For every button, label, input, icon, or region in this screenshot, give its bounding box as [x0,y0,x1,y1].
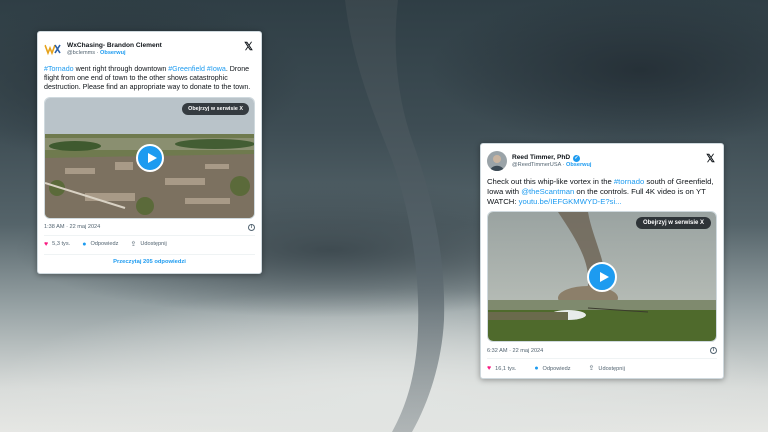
info-icon[interactable]: i [248,223,255,231]
reply-label: Odpowiedz [90,241,119,248]
tweet-link[interactable]: #Tornado [44,65,74,73]
tweet-link[interactable]: #Iowa [207,65,226,73]
tweet-video[interactable]: Obejrzyj w serwisie X [487,211,717,342]
wxchasing-logo-icon [44,40,62,58]
like-button[interactable]: ♥ 5,3 tys. [44,241,70,248]
tweet-timestamp[interactable]: 1:38 AM · 22 maj 2024 [44,224,100,230]
avatar[interactable] [44,40,62,58]
tweet-text-segment: went right through downtown [73,65,169,73]
tweet-text-segment: Check out this whip-like vortex in the [487,177,614,186]
tweet-actions: ♥ 5,3 tys. ● Odpowiedz ⇪ Udostępnij [44,241,255,248]
share-button[interactable]: ⇪ Udostępnij [589,365,625,372]
embedded-tweet-reed-timmer[interactable]: Reed Timmer, PhD ✓ @ReedTimmerUSA · Obse… [480,143,724,379]
x-logo-icon[interactable]: 𝕏 [244,40,253,53]
read-replies-link[interactable]: Przeczytaj 205 odpowiedzi [44,253,255,265]
share-label: Udostępnij [598,365,625,372]
share-icon: ⇪ [588,365,595,372]
heart-icon: ♥ [44,240,49,248]
share-label: Udostępnij [140,241,167,248]
embedded-tweet-brandon-clement[interactable]: WxChasing- Brandon Clement @bclemms · Ob… [37,31,262,274]
tweet-header: Reed Timmer, PhD ✓ @ReedTimmerUSA · Obse… [487,150,717,172]
tweet-link[interactable]: youtu.be/IEFGKMWYD-E?si... [519,197,622,206]
play-icon[interactable] [135,143,164,172]
follow-button[interactable]: Obserwuj [566,162,592,168]
tweet-text: Check out this whip-like vortex in the #… [487,177,717,207]
author-name[interactable]: Reed Timmer, PhD [512,154,570,161]
x-logo-icon[interactable]: 𝕏 [706,152,715,165]
tweet-text: #Tornado went right through downtown #Gr… [44,65,255,93]
reply-button[interactable]: ● Odpowiedz [534,365,570,372]
author-handle[interactable]: @bclemms [67,50,95,56]
tweet-timestamp[interactable]: 6:32 AM · 22 maj 2024 [487,348,543,354]
like-button[interactable]: ♥ 16,1 tys. [487,365,516,372]
tweet-link[interactable]: #tornado [614,177,644,186]
tweet-actions: ♥ 16,1 tys. ● Odpowiedz ⇪ Udostępnij [487,365,717,372]
tweet-header: WxChasing- Brandon Clement @bclemms · Ob… [44,38,255,60]
tweet-link[interactable]: @theScantman [521,187,574,196]
watch-on-x-button[interactable]: Obejrzyj w serwisie X [182,102,249,115]
author-name[interactable]: WxChasing- Brandon Clement [67,42,162,50]
watch-on-x-button[interactable]: Obejrzyj w serwisie X [635,217,711,229]
tweet-link[interactable]: #Greenfield [168,65,205,73]
author-handle[interactable]: @ReedTimmerUSA [512,162,561,168]
heart-icon: ♥ [487,365,492,372]
play-icon[interactable] [587,261,617,292]
like-count: 16,1 tys. [495,365,517,372]
follow-button[interactable]: Obserwuj [100,50,126,56]
info-icon[interactable]: i [710,347,717,354]
tweet-video[interactable]: Obejrzyj w serwisie X [44,96,255,219]
reply-bubble-icon: ● [82,240,87,248]
verified-badge-icon: ✓ [573,154,580,162]
share-icon: ⇪ [130,240,137,248]
reply-bubble-icon: ● [534,365,539,372]
divider [487,358,717,359]
like-count: 5,3 tys. [52,241,71,248]
divider [44,234,255,236]
avatar[interactable] [487,151,507,171]
share-button[interactable]: ⇪ Udostępnij [130,241,166,248]
reply-label: Odpowiedz [542,365,571,372]
profile-photo-icon [487,151,507,171]
reply-button[interactable]: ● Odpowiedz [82,241,118,248]
